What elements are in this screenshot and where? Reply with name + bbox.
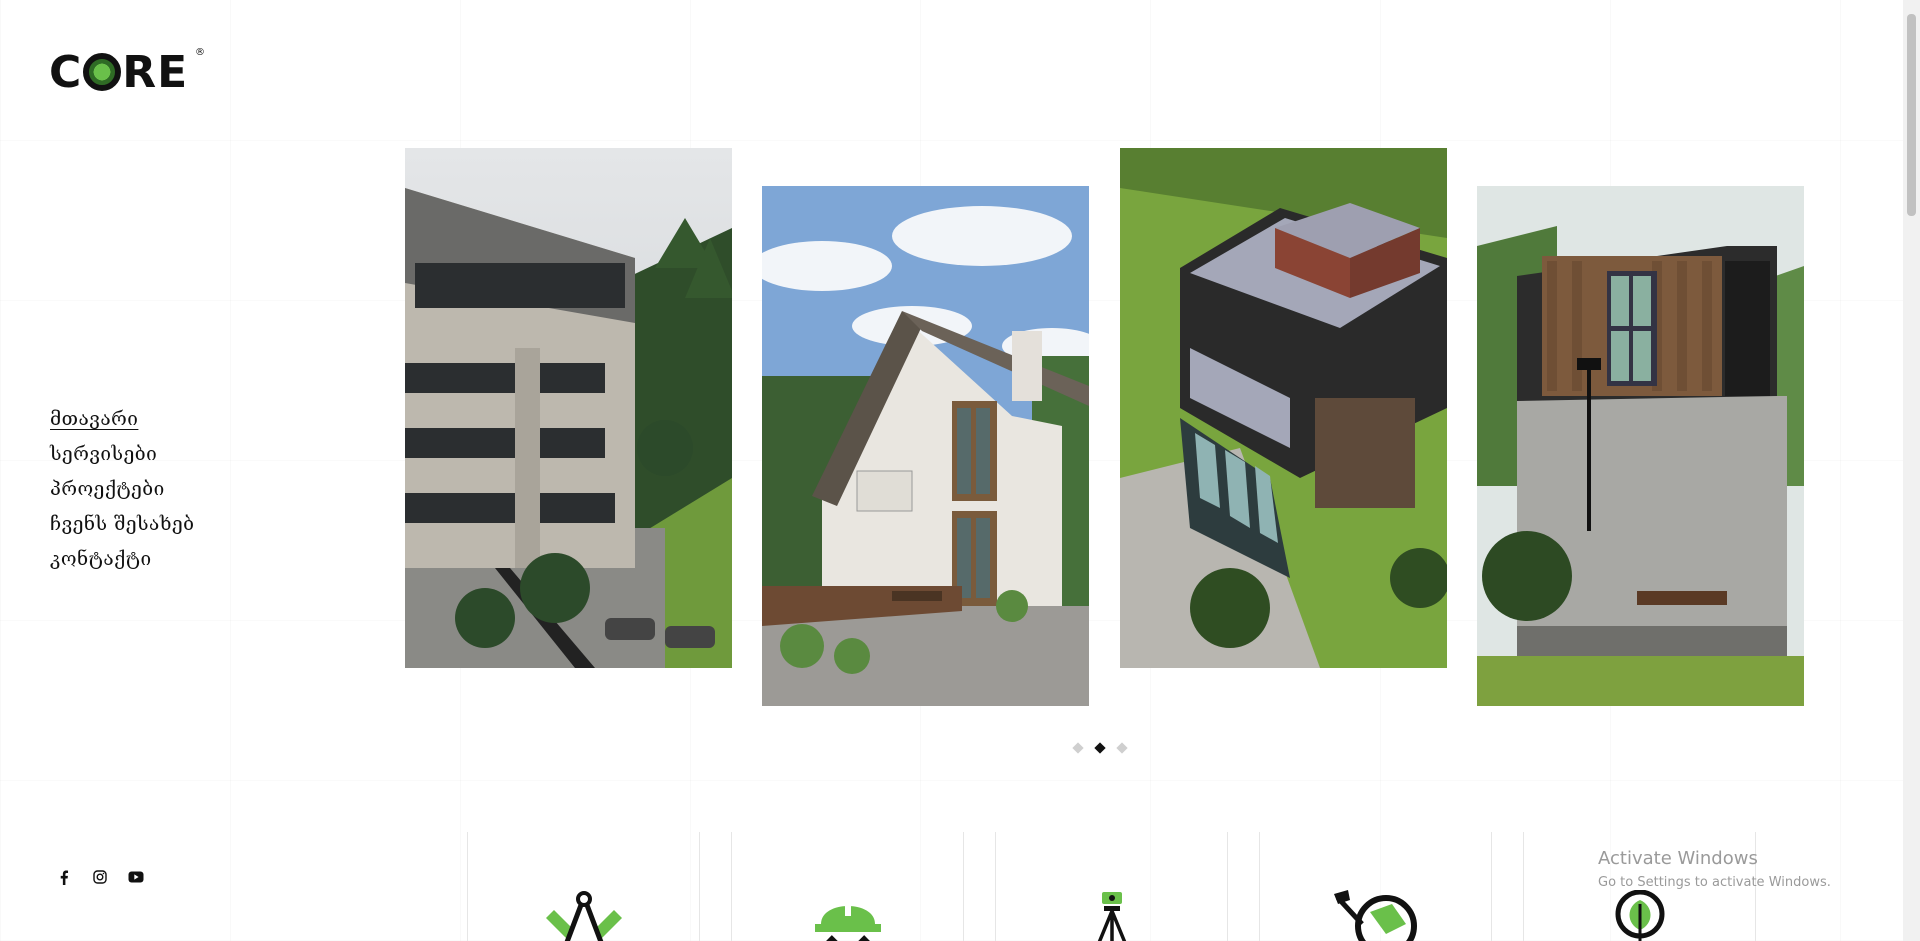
logo-wordmark: C RE	[49, 47, 189, 98]
carousel-dot-3[interactable]	[1116, 742, 1128, 754]
scrollbar-thumb[interactable]	[1907, 14, 1916, 216]
aerial-house-render-image	[1120, 148, 1447, 668]
nav-item-contact[interactable]: კონტაქტი	[50, 542, 194, 577]
youtube-icon[interactable]	[128, 869, 144, 885]
windows-activation-watermark: Activate Windows Go to Settings to activ…	[1598, 848, 1831, 890]
nav-item-home[interactable]: მთავარი	[50, 402, 194, 437]
survey-tripod-icon	[1097, 892, 1126, 941]
logo-o-mark	[83, 53, 122, 91]
cube-house-render-image	[1477, 186, 1804, 706]
instagram-icon[interactable]	[92, 869, 108, 885]
core-logo[interactable]: C RE ®	[49, 47, 205, 98]
service-card-construction[interactable]	[731, 832, 964, 941]
main-nav: მთავარი სერვისები პროექტები ჩვენს შესახე…	[50, 402, 194, 577]
service-card-design[interactable]	[467, 832, 700, 941]
service-card-renovation[interactable]	[1259, 832, 1492, 941]
facebook-icon[interactable]	[56, 869, 72, 885]
building-render-image	[405, 148, 732, 668]
project-slide-2[interactable]	[762, 186, 1089, 706]
globe-hammer-icon	[1333, 890, 1417, 941]
services-strip	[467, 832, 1787, 941]
activation-title: Activate Windows	[1598, 848, 1758, 869]
house-render-image	[762, 186, 1089, 706]
carousel-dot-2[interactable]	[1094, 742, 1106, 754]
nav-item-projects[interactable]: პროექტები	[50, 472, 194, 507]
project-slide-1[interactable]	[405, 148, 732, 668]
social-links	[56, 869, 144, 885]
nav-item-about[interactable]: ჩვენს შესახებ	[50, 507, 194, 542]
page-scrollbar[interactable]	[1903, 0, 1920, 941]
carousel-dots	[1072, 742, 1128, 754]
hard-hat-gear-icon	[814, 896, 881, 941]
lightbulb-leaf-icon	[1615, 890, 1664, 941]
activation-subtitle: Go to Settings to activate Windows.	[1598, 875, 1831, 890]
nav-item-services[interactable]: სერვისები	[50, 437, 194, 472]
project-slide-3[interactable]	[1120, 148, 1447, 668]
carousel-dot-1[interactable]	[1072, 742, 1084, 754]
compass-ruler-icon	[545, 891, 622, 941]
service-card-surveying[interactable]	[995, 832, 1228, 941]
registered-mark: ®	[195, 47, 205, 58]
project-slide-4[interactable]	[1477, 186, 1804, 706]
